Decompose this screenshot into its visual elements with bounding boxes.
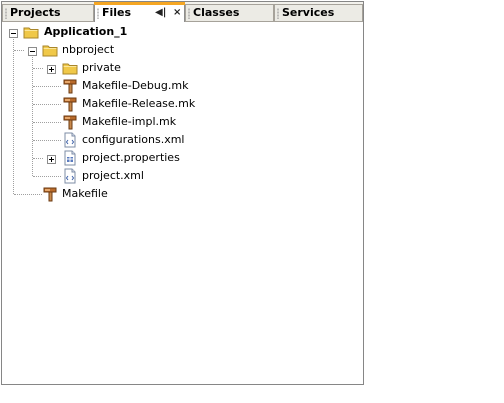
tree-node-label: Makefile-impl.mk: [82, 115, 177, 128]
tree-node-label: Application_1: [44, 25, 128, 38]
tab-files[interactable]: Files ◀| ×: [94, 2, 185, 22]
folder-icon: [42, 42, 58, 58]
tree-node-label: project.xml: [82, 169, 144, 182]
close-icon[interactable]: ×: [173, 3, 181, 23]
tree-node-makefile[interactable]: Makefile: [2, 185, 202, 203]
tree-node-label: Makefile: [62, 187, 108, 200]
tree-node-makefile-impl[interactable]: Makefile-impl.mk: [2, 113, 222, 131]
tab-label: Classes: [193, 6, 240, 19]
collapse-toggle-icon[interactable]: [28, 47, 37, 56]
tab-classes[interactable]: Classes: [185, 4, 274, 21]
tree-node-private[interactable]: private: [2, 59, 202, 77]
makefile-icon: [42, 186, 58, 202]
tab-grip: [97, 8, 99, 19]
tree-node-application[interactable]: Application_1: [2, 23, 202, 41]
tree-node-label: Makefile-Release.mk: [82, 97, 196, 110]
properties-file-icon: [62, 150, 78, 166]
tab-label: Services: [282, 6, 335, 19]
tree-node-label: Makefile-Debug.mk: [82, 79, 189, 92]
tab-services[interactable]: Services: [274, 4, 363, 21]
tree-node-configurations-xml[interactable]: configurations.xml: [2, 131, 222, 149]
tree-node-makefile-release[interactable]: Makefile-Release.mk: [2, 95, 222, 113]
tree-node-project-xml[interactable]: project.xml: [2, 167, 222, 185]
tab-label: Files: [102, 6, 132, 19]
files-panel: Projects Files ◀| × Classes Services App…: [1, 1, 364, 385]
tree-node-makefile-debug[interactable]: Makefile-Debug.mk: [2, 77, 222, 95]
tab-grip: [5, 8, 7, 19]
folder-icon: [23, 24, 39, 40]
tab-grip: [277, 8, 279, 19]
tree-node-nbproject[interactable]: nbproject: [2, 41, 202, 59]
expand-toggle-icon[interactable]: [47, 65, 56, 74]
collapse-toggle-icon[interactable]: [9, 29, 18, 38]
minimize-window-icon[interactable]: ◀|: [155, 3, 166, 23]
tab-bar: Projects Files ◀| × Classes Services: [2, 2, 363, 22]
makefile-icon: [62, 114, 78, 130]
tab-label: Projects: [10, 6, 61, 19]
makefile-icon: [62, 96, 78, 112]
xml-file-icon: [62, 132, 78, 148]
tree-node-label: project.properties: [82, 151, 180, 164]
tree-node-label: configurations.xml: [82, 133, 185, 146]
tab-projects[interactable]: Projects: [2, 4, 94, 21]
folder-icon: [62, 60, 78, 76]
xml-file-icon: [62, 168, 78, 184]
expand-toggle-icon[interactable]: [47, 155, 56, 164]
tree-node-label: nbproject: [62, 43, 115, 56]
file-tree: Application_1 nbproject private Makefile…: [2, 22, 363, 384]
tree-node-project-properties[interactable]: project.properties: [2, 149, 222, 167]
makefile-icon: [62, 78, 78, 94]
tree-node-label: private: [82, 61, 121, 74]
tab-grip: [188, 8, 190, 19]
